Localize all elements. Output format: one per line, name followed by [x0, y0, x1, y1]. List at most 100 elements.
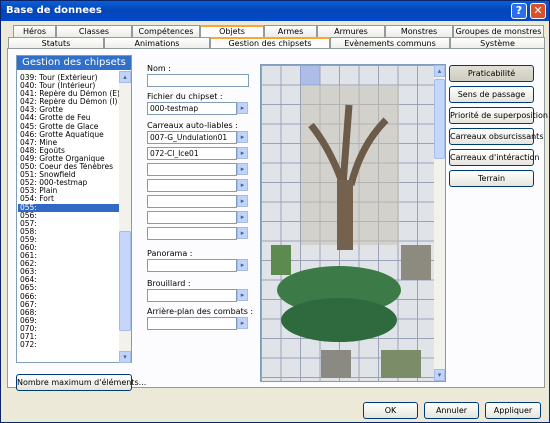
list-item[interactable]: 040: Tour (Intérieur): [18, 82, 120, 90]
list-item[interactable]: 061:: [18, 252, 120, 260]
database-window: Base de donnees ? ✕ Héros Classes Compéten…: [0, 0, 550, 423]
list-item[interactable]: 065:: [18, 284, 120, 292]
tileset-grid[interactable]: [261, 65, 436, 381]
side-button-4[interactable]: Carreaux d'intéraction: [449, 149, 539, 166]
autotile-arrow-icon[interactable]: ▸: [237, 147, 248, 159]
autotile-arrow-icon[interactable]: ▸: [237, 179, 248, 191]
scroll-down-icon[interactable]: ▾: [119, 351, 131, 363]
list-item[interactable]: 068:: [18, 309, 120, 317]
tileset-scroll-thumb[interactable]: [434, 79, 445, 159]
list-item[interactable]: 052: 000-testmap: [18, 179, 120, 187]
fog-label: Brouillard :: [147, 279, 191, 288]
tab-row1-4[interactable]: Armes: [264, 25, 317, 37]
list-item[interactable]: 060:: [18, 244, 120, 252]
list-item[interactable]: 059:: [18, 236, 120, 244]
file-arrow-icon[interactable]: ▸: [237, 102, 248, 114]
list-item[interactable]: 058:: [18, 228, 120, 236]
side-button-0[interactable]: Praticabilité: [449, 65, 534, 82]
autotiles-label: Carreaux auto-liables :: [147, 121, 238, 130]
list-item[interactable]: 049: Grotte Organique: [18, 155, 120, 163]
list-item[interactable]: 051: Snowfield: [18, 171, 120, 179]
list-item[interactable]: 063:: [18, 268, 120, 276]
autotile-field[interactable]: [147, 195, 237, 208]
list-item[interactable]: 053: Plain: [18, 187, 120, 195]
list-item[interactable]: 070:: [18, 325, 120, 333]
list-item[interactable]: 043: Grotte: [18, 106, 120, 114]
list-item[interactable]: 055:: [18, 203, 120, 212]
list-item[interactable]: 064:: [18, 276, 120, 284]
list-rows: 039: Tour (Extérieur) 040: Tour (Intérieu…: [18, 74, 120, 364]
autotile-field[interactable]: 007-G_Undulation01: [147, 131, 237, 144]
side-button-3[interactable]: Carreaux obsurcissants: [449, 128, 543, 145]
autotile-field[interactable]: [147, 163, 237, 176]
tab-row1-2[interactable]: Compétences: [132, 25, 200, 37]
list-item[interactable]: 054: Fort: [18, 195, 120, 203]
fog-arrow-icon[interactable]: ▸: [237, 289, 248, 301]
autotile-field[interactable]: [147, 227, 237, 240]
list-item[interactable]: 048: Egoûts: [18, 147, 120, 155]
autotile-arrow-icon[interactable]: ▸: [237, 211, 248, 223]
tileset-scrollbar[interactable]: ▴ ▾: [434, 65, 445, 381]
ok-button[interactable]: OK: [363, 402, 418, 419]
autotile-arrow-icon[interactable]: ▸: [237, 131, 248, 143]
cancel-button[interactable]: Annuler: [424, 402, 479, 419]
panorama-arrow-icon[interactable]: ▸: [237, 259, 248, 271]
list-item[interactable]: 057:: [18, 220, 120, 228]
autotile-arrow-icon[interactable]: ▸: [237, 163, 248, 175]
max-elements-button[interactable]: Nombre maximum d'éléments...: [16, 374, 146, 391]
battleback-label: Arrière-plan des combats :: [147, 307, 254, 316]
autotile-field[interactable]: [147, 179, 237, 192]
title-bar: Base de donnees ? ✕: [1, 1, 549, 21]
battleback-field[interactable]: [147, 317, 237, 330]
battleback-arrow-icon[interactable]: ▸: [237, 317, 248, 329]
tileset-view[interactable]: ▴ ▾: [260, 64, 446, 382]
tileset-scroll-up-icon[interactable]: ▴: [434, 65, 445, 77]
list-item[interactable]: 062:: [18, 260, 120, 268]
list-item[interactable]: 067:: [18, 301, 120, 309]
name-input[interactable]: [147, 74, 249, 87]
list-item[interactable]: 039: Tour (Extérieur): [18, 74, 120, 82]
tab-row1-5[interactable]: Armures: [317, 25, 385, 37]
list-item[interactable]: 042: Repère du Démon (I): [18, 98, 120, 106]
name-label: Nom :: [147, 64, 171, 73]
side-button-1[interactable]: Sens de passage: [449, 86, 534, 103]
scroll-thumb[interactable]: [119, 231, 131, 331]
tab-row1-6[interactable]: Monstres: [385, 25, 453, 37]
list-item[interactable]: 047: Mine: [18, 139, 120, 147]
apply-button[interactable]: Appliquer: [485, 402, 541, 419]
autotile-field[interactable]: 072-Cl_Ice01: [147, 147, 237, 160]
autotile-arrow-icon[interactable]: ▸: [237, 195, 248, 207]
list-item[interactable]: 045: Grotte de Glace: [18, 123, 120, 131]
tab-row1-0[interactable]: Héros: [13, 25, 56, 37]
window-title: Base de donnees: [6, 5, 102, 16]
help-button[interactable]: ?: [511, 3, 527, 19]
tab-row1-7[interactable]: Groupes de monstres: [453, 25, 544, 37]
list-scrollbar[interactable]: ▴ ▾: [119, 71, 131, 363]
scroll-up-icon[interactable]: ▴: [119, 71, 131, 83]
fog-field[interactable]: [147, 289, 237, 302]
chipsets-panel: Gestion des chipsets 039: Tour (Extérieu…: [7, 48, 548, 391]
list-header: Gestion des chipsets: [17, 56, 131, 70]
autotile-arrow-icon[interactable]: ▸: [237, 227, 248, 239]
list-item[interactable]: 044: Grotte de Feu: [18, 114, 120, 122]
file-label: Fichier du chipset :: [147, 92, 223, 101]
list-item[interactable]: 041: Repère du Démon (E): [18, 90, 120, 98]
list-item[interactable]: 050: Coeur des Ténèbres: [18, 163, 120, 171]
file-field[interactable]: 000-testmap: [147, 102, 237, 115]
autotile-field[interactable]: [147, 211, 237, 224]
close-button[interactable]: ✕: [530, 3, 546, 19]
list-item[interactable]: 069:: [18, 317, 120, 325]
list-item[interactable]: 056:: [18, 212, 120, 220]
tab-row1-1[interactable]: Classes: [56, 25, 132, 37]
side-button-5[interactable]: Terrain: [449, 170, 534, 187]
list-item[interactable]: 046: Grotte Aquatique: [18, 131, 120, 139]
tileset-scroll-down-icon[interactable]: ▾: [434, 369, 445, 381]
list-item[interactable]: 072:: [18, 341, 120, 349]
panorama-field[interactable]: [147, 259, 237, 272]
list-item[interactable]: 066:: [18, 293, 120, 301]
panorama-label: Panorama :: [147, 249, 193, 258]
list-item[interactable]: 071:: [18, 333, 120, 341]
side-button-2[interactable]: Priorité de superposition: [449, 107, 548, 124]
tileset-art: [271, 85, 431, 378]
chipset-list[interactable]: Gestion des chipsets 039: Tour (Extérieu…: [16, 55, 132, 363]
